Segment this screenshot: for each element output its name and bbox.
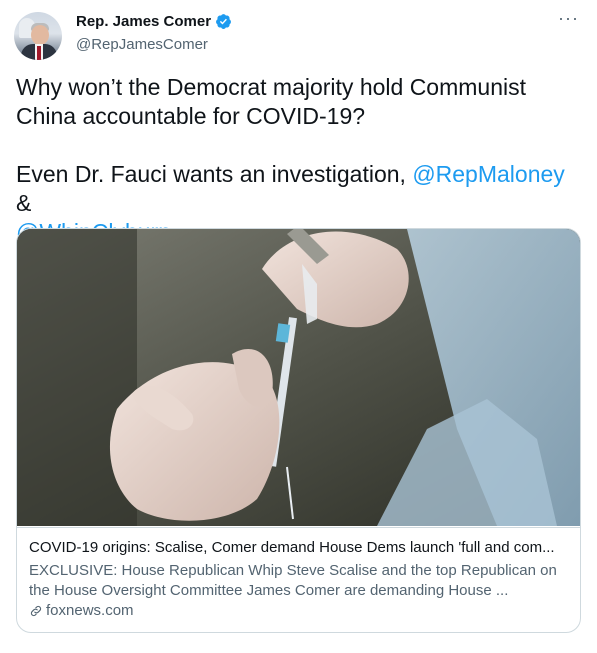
mention-link-repmaloney[interactable]: @RepMaloney xyxy=(412,161,564,187)
avatar[interactable] xyxy=(14,12,62,60)
card-image[interactable] xyxy=(17,229,580,526)
tweet: Rep. James Comer @RepJamesComer ··· Why … xyxy=(0,0,597,653)
card-body[interactable]: COVID-19 origins: Scalise, Comer demand … xyxy=(17,527,580,632)
verified-badge-icon xyxy=(216,14,231,29)
card-domain: foxnews.com xyxy=(29,602,134,619)
card-domain-text: foxnews.com xyxy=(46,602,134,619)
author-name-row: Rep. James Comer xyxy=(76,13,232,30)
tweet-text-prefix: Even Dr. Fauci wants an investigation, xyxy=(16,161,413,187)
tweet-text: Why won’t the Democrat majority hold Com… xyxy=(16,73,581,247)
link-icon xyxy=(30,605,42,616)
author-handle[interactable]: @RepJamesComer xyxy=(76,36,208,53)
card-title: COVID-19 origins: Scalise, Comer demand … xyxy=(29,539,555,556)
card-description: EXCLUSIVE: House Republican Whip Steve S… xyxy=(29,562,557,599)
link-preview-card[interactable]: COVID-19 origins: Scalise, Comer demand … xyxy=(16,228,581,633)
more-options-icon[interactable]: ··· xyxy=(558,8,579,28)
tweet-text-joiner: & xyxy=(16,190,32,216)
tweet-text-line-1: Why won’t the Democrat majority hold Com… xyxy=(16,74,526,129)
author-display-name[interactable]: Rep. James Comer xyxy=(76,13,211,30)
